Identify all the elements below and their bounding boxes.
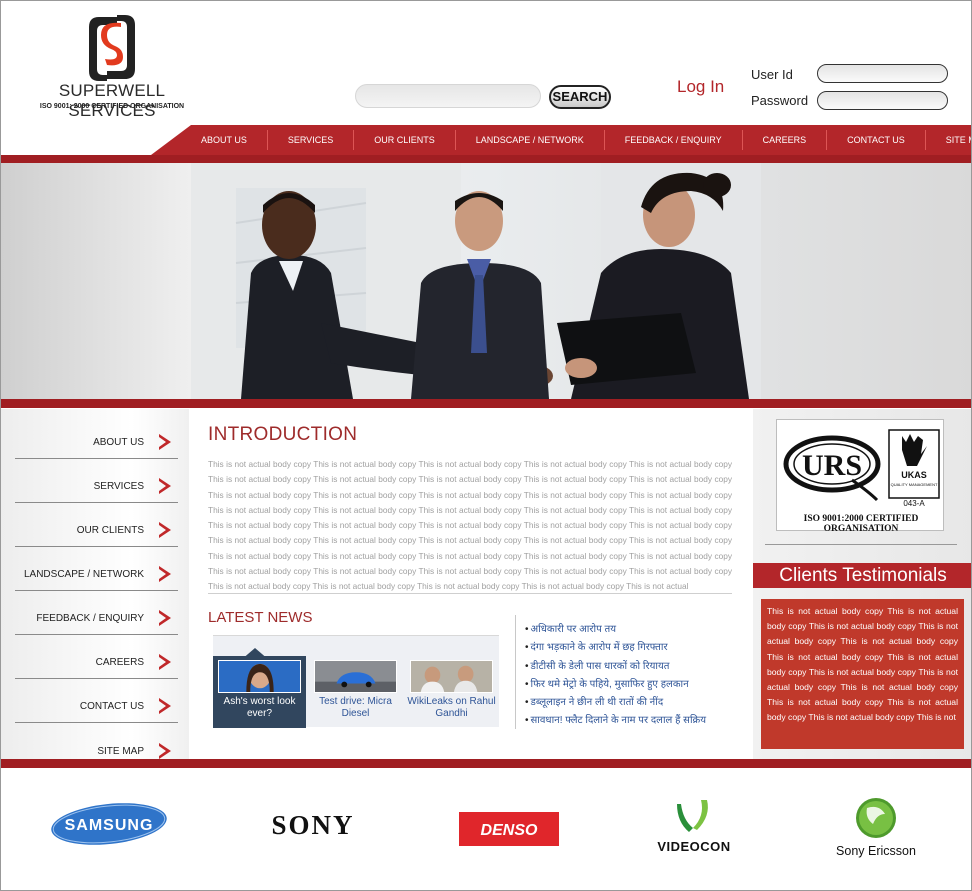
chevron-right-icon bbox=[159, 743, 171, 759]
svg-text:Sony Ericsson: Sony Ericsson bbox=[836, 844, 916, 858]
chevron-right-icon bbox=[159, 698, 171, 714]
intro-title: INTRODUCTION bbox=[208, 424, 358, 445]
side-item-about-us[interactable]: ABOUT US bbox=[15, 415, 178, 459]
svg-text:VIDEOCON: VIDEOCON bbox=[657, 839, 730, 854]
certification-seal-icon: URS UKAS QUALITY MANAGEMENT 043-A bbox=[783, 429, 940, 508]
password-label: Password bbox=[751, 93, 809, 108]
brand-tagline: ISO 9001: 2000 CERTIFIED ORGANISATION bbox=[39, 103, 185, 110]
nav-item-about-us[interactable]: ABOUT US bbox=[181, 130, 268, 150]
news-card-caption: Test drive: Micra Diesel bbox=[319, 696, 392, 719]
nav-items: ABOUT US SERVICES OUR CLIENTS LANDSCAPE … bbox=[181, 125, 971, 155]
search-button[interactable]: SEARCH bbox=[549, 85, 611, 109]
svg-text:UKAS: UKAS bbox=[901, 470, 927, 480]
videocon-logo[interactable]: VIDEOCON bbox=[649, 798, 739, 856]
hero-photo bbox=[1, 163, 971, 399]
nav-item-careers[interactable]: CAREERS bbox=[743, 130, 828, 150]
side-item-our-clients[interactable]: OUR CLIENTS bbox=[15, 503, 178, 547]
news-thumbnail bbox=[218, 660, 301, 693]
news-headline[interactable]: • अधिकारी पर आरोप तय bbox=[525, 621, 755, 639]
svg-text:043-A: 043-A bbox=[903, 499, 925, 508]
userid-label: User Id bbox=[751, 67, 793, 82]
side-item-label: CONTACT US bbox=[79, 701, 144, 712]
news-headline[interactable]: • डब्लूलाइन ने छीन ली थी रातों की नींद bbox=[525, 694, 755, 712]
chevron-right-icon bbox=[159, 522, 171, 538]
nav-item-landscape-network[interactable]: LANDSCAPE / NETWORK bbox=[456, 130, 605, 150]
certificate-caption: ISO 9001:2000 CERTIFIED ORGANISATION bbox=[803, 514, 919, 534]
nav-item-our-clients[interactable]: OUR CLIENTS bbox=[354, 130, 456, 150]
sony-ericsson-logo[interactable]: Sony Ericsson bbox=[823, 794, 933, 860]
svg-text:SONY: SONY bbox=[271, 810, 354, 840]
side-item-label: CAREERS bbox=[95, 657, 144, 668]
side-item-label: SERVICES bbox=[93, 481, 144, 492]
news-card[interactable]: Ash's worst look ever? bbox=[213, 656, 306, 728]
password-field[interactable] bbox=[817, 91, 948, 110]
side-item-label: FEEDBACK / ENQUIRY bbox=[36, 613, 144, 624]
svg-text:DENSO: DENSO bbox=[481, 822, 538, 839]
samsung-logo[interactable]: SAMSUNG bbox=[49, 800, 169, 848]
search-input[interactable] bbox=[355, 84, 541, 108]
news-headline[interactable]: • फिर थमे मेट्रो के पहिये, मुसाफिर हुए हल… bbox=[525, 676, 755, 694]
nav-item-site-map[interactable]: SITE MAP bbox=[926, 130, 971, 150]
login-link[interactable]: Log In bbox=[677, 77, 724, 97]
chevron-right-icon bbox=[159, 566, 171, 582]
news-card-caption: Ash's worst look ever? bbox=[223, 696, 296, 719]
nav-item-feedback-enquiry[interactable]: FEEDBACK / ENQUIRY bbox=[605, 130, 743, 150]
nav-item-contact-us[interactable]: CONTACT US bbox=[827, 130, 926, 150]
brand-logo[interactable]: SUPERWELL SERVICES ISO 9001: 2000 CERTIF… bbox=[27, 13, 197, 120]
hero-banner bbox=[1, 163, 971, 399]
side-item-contact-us[interactable]: CONTACT US bbox=[15, 679, 178, 723]
side-item-services[interactable]: SERVICES bbox=[15, 459, 178, 503]
nav-item-services[interactable]: SERVICES bbox=[268, 130, 355, 150]
news-card-caption: WikiLeaks on Rahul Gandhi bbox=[407, 696, 496, 719]
side-item-feedback-enquiry[interactable]: FEEDBACK / ENQUIRY bbox=[15, 591, 178, 635]
chevron-right-icon bbox=[159, 478, 171, 494]
carousel-pointer-icon bbox=[241, 648, 269, 660]
iso-certificate: URS UKAS QUALITY MANAGEMENT 043-A ISO 90… bbox=[776, 419, 944, 534]
side-item-careers[interactable]: CAREERS bbox=[15, 635, 178, 679]
testimonials-body: This is not actual body copy This is not… bbox=[761, 599, 964, 749]
chevron-right-icon bbox=[159, 610, 171, 626]
news-thumbnail bbox=[314, 660, 397, 693]
brand-name: SUPERWELL SERVICES bbox=[58, 81, 166, 120]
news-headline[interactable]: • सावधान! फ्लैट दिलाने के नाम पर दलाल हैं… bbox=[525, 712, 755, 730]
news-headlines: • अधिकारी पर आरोप तय • दंगा भड़काने के आरो… bbox=[525, 621, 755, 731]
svg-text:URS: URS bbox=[802, 449, 862, 482]
testimonials-title: Clients Testimonials bbox=[753, 563, 971, 588]
side-item-label: LANDSCAPE / NETWORK bbox=[23, 569, 144, 580]
main-nav: ABOUT US SERVICES OUR CLIENTS LANDSCAPE … bbox=[1, 125, 971, 163]
side-item-label: OUR CLIENTS bbox=[76, 525, 144, 536]
news-thumbnail bbox=[410, 660, 493, 693]
news-card[interactable]: Test drive: Micra Diesel bbox=[309, 656, 402, 728]
side-item-landscape-network[interactable]: LANDSCAPE / NETWORK bbox=[15, 547, 178, 591]
news-headline[interactable]: • डीटीसी के डेली पास धारकों को रियायत bbox=[525, 658, 755, 676]
page: SUPERWELL SERVICES ISO 9001: 2000 CERTIF… bbox=[0, 0, 972, 891]
news-card[interactable]: WikiLeaks on Rahul Gandhi bbox=[405, 656, 498, 728]
svg-text:SAMSUNG: SAMSUNG bbox=[65, 817, 154, 834]
logo-mark-icon bbox=[89, 15, 135, 81]
news-title: LATEST NEWS bbox=[208, 609, 313, 626]
side-item-label: SITE MAP bbox=[97, 746, 144, 757]
side-nav: ABOUT US SERVICES OUR CLIENTS LANDSCAPE … bbox=[1, 409, 189, 759]
svg-text:QUALITY MANAGEMENT: QUALITY MANAGEMENT bbox=[891, 482, 938, 487]
client-logos: SAMSUNG SONY DENSO VIDEOCON Sony Ericsso… bbox=[1, 768, 971, 890]
userid-field[interactable] bbox=[817, 64, 948, 83]
chevron-right-icon bbox=[159, 434, 171, 450]
side-item-label: ABOUT US bbox=[93, 437, 144, 448]
denso-logo[interactable]: DENSO bbox=[459, 812, 559, 846]
news-headline[interactable]: • दंगा भड़काने के आरोप में छह गिरफ्तार bbox=[525, 639, 755, 657]
intro-body: This is not actual body copy This is not… bbox=[208, 459, 732, 592]
chevron-right-icon bbox=[159, 654, 171, 670]
sony-logo[interactable]: SONY bbox=[257, 810, 369, 840]
